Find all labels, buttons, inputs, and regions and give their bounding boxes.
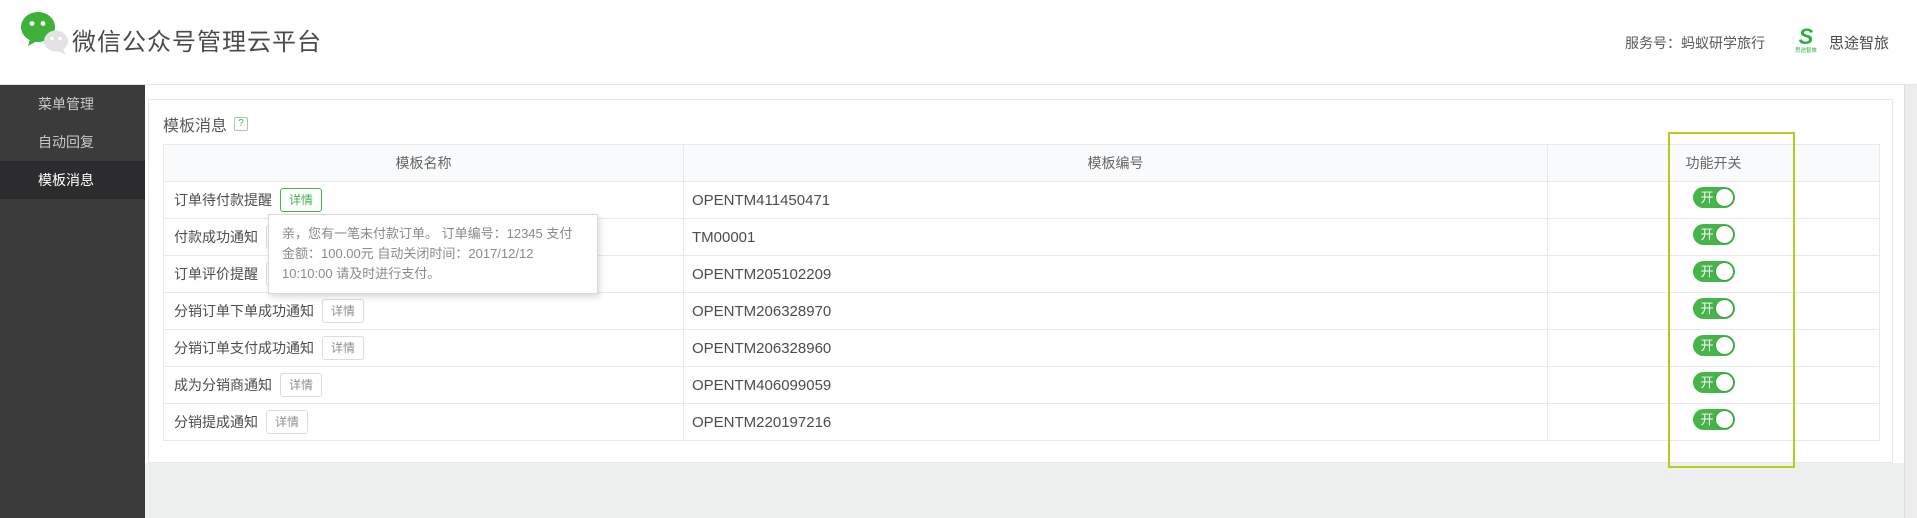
table-row: 分销订单支付成功通知 详情 OPENTM206328960 开 xyxy=(163,329,1880,367)
sidebar: 菜单管理 自动回复 模板消息 xyxy=(0,85,145,518)
function-switch-toggle[interactable]: 开 xyxy=(1692,187,1735,208)
table-row: 分销提成通知 详情 OPENTM220197216 开 xyxy=(163,403,1880,441)
template-code: TM00001 xyxy=(683,218,1548,256)
template-code: OPENTM205102209 xyxy=(683,255,1548,293)
table-row: 成为分销商通知 详情 OPENTM406099059 开 xyxy=(163,366,1880,404)
template-name: 分销订单下单成功通知 xyxy=(174,303,314,319)
function-switch-toggle[interactable]: 开 xyxy=(1692,335,1735,356)
template-name: 订单待付款提醒 xyxy=(174,192,272,208)
template-code: OPENTM220197216 xyxy=(683,403,1548,441)
toggle-knob xyxy=(1714,410,1734,429)
template-code: OPENTM206328970 xyxy=(683,292,1548,330)
toggle-knob xyxy=(1714,262,1734,281)
page-title: 模板消息 xyxy=(163,118,228,135)
table-row: 分销订单下单成功通知 详情 OPENTM206328970 开 xyxy=(163,292,1880,330)
table-row: 订单待付款提醒 详情 OPENTM411450471 开 xyxy=(163,181,1880,219)
brand-name: 思途智旅 xyxy=(1828,35,1889,52)
service-account-label: 服务号：蚂蚁研学旅行 xyxy=(1624,34,1765,51)
top-header: 微信公众号管理云平台 服务号：蚂蚁研学旅行 S 思途智旅 思途智旅 xyxy=(0,0,1917,85)
column-header-function-switch: 功能开关 xyxy=(1547,144,1880,182)
app-title: 微信公众号管理云平台 xyxy=(72,29,322,56)
detail-button[interactable]: 详情 xyxy=(280,373,323,397)
table-header-row: 模板名称 模板编号 功能开关 xyxy=(163,144,1880,182)
template-name: 分销订单支付成功通知 xyxy=(174,340,314,356)
template-code: OPENTM406099059 xyxy=(683,366,1548,404)
column-header-template-code: 模板编号 xyxy=(683,144,1548,182)
column-header-template-name: 模板名称 xyxy=(163,144,684,182)
function-switch-toggle[interactable]: 开 xyxy=(1692,224,1735,245)
wechat-logo-icon xyxy=(20,10,70,58)
toggle-knob xyxy=(1714,336,1734,355)
template-name: 订单评价提醒 xyxy=(174,266,258,282)
template-name: 成为分销商通知 xyxy=(174,377,272,393)
toggle-knob xyxy=(1714,373,1734,392)
template-preview-tooltip: 亲，您有一笔未付款订单。 订单编号：12345 支付金额：100.00元 自动关… xyxy=(268,214,598,294)
detail-button[interactable]: 详情 xyxy=(266,410,309,434)
toggle-knob xyxy=(1714,299,1734,318)
help-icon[interactable]: ? xyxy=(234,117,249,131)
header-right-group: 服务号：蚂蚁研学旅行 S 思途智旅 思途智旅 xyxy=(1625,0,1889,85)
detail-button[interactable]: 详情 xyxy=(280,188,323,212)
template-name: 付款成功通知 xyxy=(174,229,258,245)
toggle-knob xyxy=(1714,188,1734,207)
sidebar-item-template-message[interactable]: 模板消息 xyxy=(0,161,145,199)
detail-button[interactable]: 详情 xyxy=(322,336,365,360)
function-switch-toggle[interactable]: 开 xyxy=(1692,298,1735,319)
function-switch-toggle[interactable]: 开 xyxy=(1692,409,1735,430)
page-bottom-background xyxy=(145,463,1917,518)
sidebar-item-menu-management[interactable]: 菜单管理 xyxy=(0,85,145,123)
template-code: OPENTM206328960 xyxy=(683,329,1548,367)
function-switch-toggle[interactable]: 开 xyxy=(1692,372,1735,393)
toggle-knob xyxy=(1714,225,1734,244)
template-name: 分销提成通知 xyxy=(174,414,258,430)
vertical-scrollbar[interactable] xyxy=(1904,85,1917,518)
sidebar-item-auto-reply[interactable]: 自动回复 xyxy=(0,123,145,161)
brand-logo-icon: S 思途智旅 xyxy=(1795,23,1817,54)
detail-button[interactable]: 详情 xyxy=(322,299,365,323)
function-switch-toggle[interactable]: 开 xyxy=(1692,261,1735,282)
template-code: OPENTM411450471 xyxy=(683,181,1548,219)
